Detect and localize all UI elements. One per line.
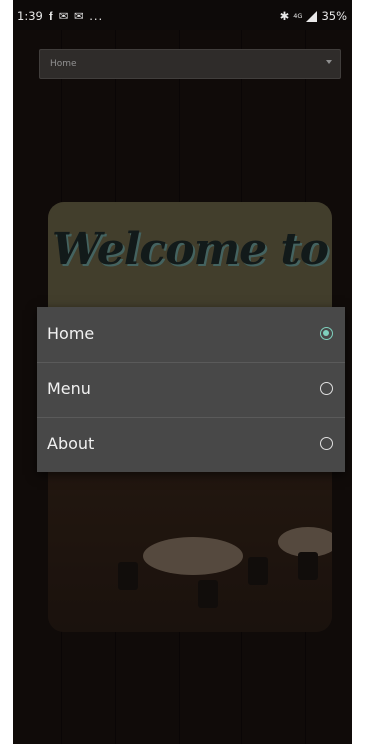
mail-icon: ✉ [73,9,85,23]
facebook-icon: 𝐟 [49,9,54,23]
status-right: ✱ 4G 35% [280,9,347,23]
page-menu-dialog: Home Menu About [37,307,345,472]
menu-item-label: Menu [47,379,91,398]
menu-item-about[interactable]: About [37,417,345,472]
bluetooth-icon: ✱ [279,9,290,23]
menu-item-label: About [47,434,95,453]
radio-unselected-icon[interactable] [320,437,333,450]
status-bar: 1:39 𝐟 ✉ ✉ ... ✱ 4G 35% [13,0,352,30]
signal-icon [306,10,318,22]
battery-level: 35% [321,9,347,23]
menu-item-label: Home [47,324,95,343]
menu-item-home[interactable]: Home [37,307,345,362]
menu-item-menu[interactable]: Menu [37,362,345,417]
radio-unselected-icon[interactable] [320,382,333,395]
status-time: 1:39 [17,9,43,23]
mail-icon: ✉ [58,9,70,23]
more-notifications: ... [89,9,104,23]
radio-selected-icon[interactable] [320,327,333,340]
phone-screen: 1:39 𝐟 ✉ ✉ ... ✱ 4G 35% Home Welcome to [13,0,352,744]
network-type: 4G [293,12,303,20]
notification-icons: 𝐟 ✉ ✉ ... [49,9,103,24]
